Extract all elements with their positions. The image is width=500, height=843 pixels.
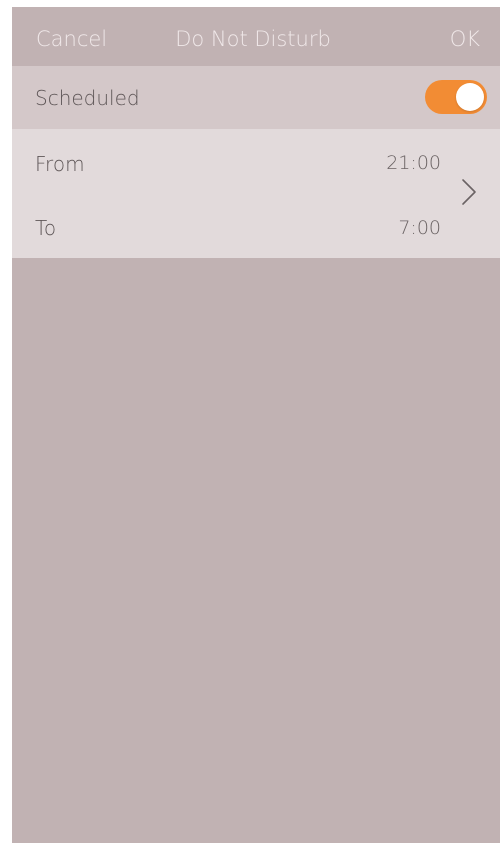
do-not-disturb-screen: Cancel Do Not Disturb OK Scheduled From …: [12, 7, 500, 843]
schedule-time-range[interactable]: From 21:00 To 7:00: [12, 129, 500, 258]
scheduled-toggle[interactable]: [425, 80, 487, 114]
from-time-value: 21:00: [386, 152, 441, 174]
to-time-value: 7:00: [398, 217, 441, 239]
scheduled-label: Scheduled: [35, 86, 140, 110]
ok-button[interactable]: OK: [450, 27, 480, 51]
navigation-bar: Cancel Do Not Disturb OK: [12, 7, 500, 66]
to-label: To: [35, 216, 57, 240]
page-title: Do Not Disturb: [175, 27, 331, 51]
from-label: From: [35, 152, 85, 176]
scheduled-row: Scheduled: [12, 66, 500, 129]
chevron-right-icon: [460, 177, 478, 207]
toggle-knob: [456, 83, 484, 111]
